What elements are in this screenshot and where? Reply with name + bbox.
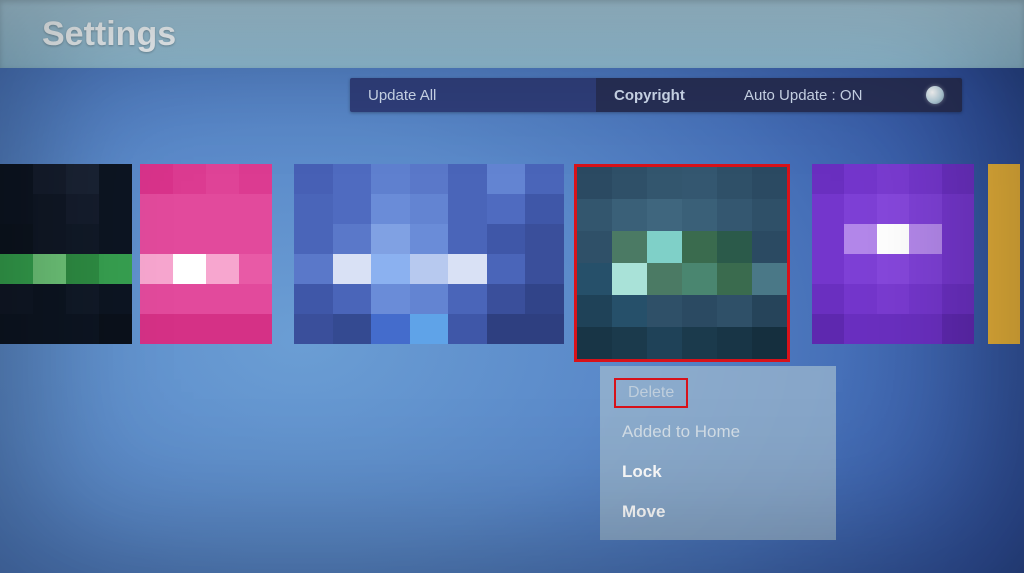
app-rail (0, 164, 1024, 356)
copyright-label: Copyright (614, 87, 685, 104)
page-title: Settings (42, 15, 176, 54)
app-tile[interactable] (812, 164, 974, 344)
toggle-indicator-icon (926, 86, 944, 104)
menu-item-move[interactable]: Move (600, 492, 836, 532)
copyright-button[interactable]: Copyright (596, 78, 726, 112)
auto-update-toggle[interactable]: Auto Update : ON (726, 78, 962, 112)
context-menu: Delete Added to Home Lock Move (600, 366, 836, 540)
update-all-label: Update All (368, 87, 436, 104)
menu-item-lock[interactable]: Lock (600, 452, 836, 492)
app-tile[interactable] (294, 164, 564, 344)
auto-update-label: Auto Update : ON (744, 87, 862, 104)
update-all-button[interactable]: Update All (350, 78, 596, 112)
settings-toolbar: Update All Copyright Auto Update : ON (350, 78, 962, 112)
app-tile[interactable] (140, 164, 272, 344)
app-tile[interactable] (0, 164, 132, 344)
menu-item-added-to-home[interactable]: Added to Home (600, 412, 836, 452)
app-tile-selected[interactable] (574, 164, 790, 362)
titlebar: Settings (0, 0, 1024, 68)
app-tile[interactable] (988, 164, 1020, 344)
menu-item-delete[interactable]: Delete (614, 378, 688, 408)
